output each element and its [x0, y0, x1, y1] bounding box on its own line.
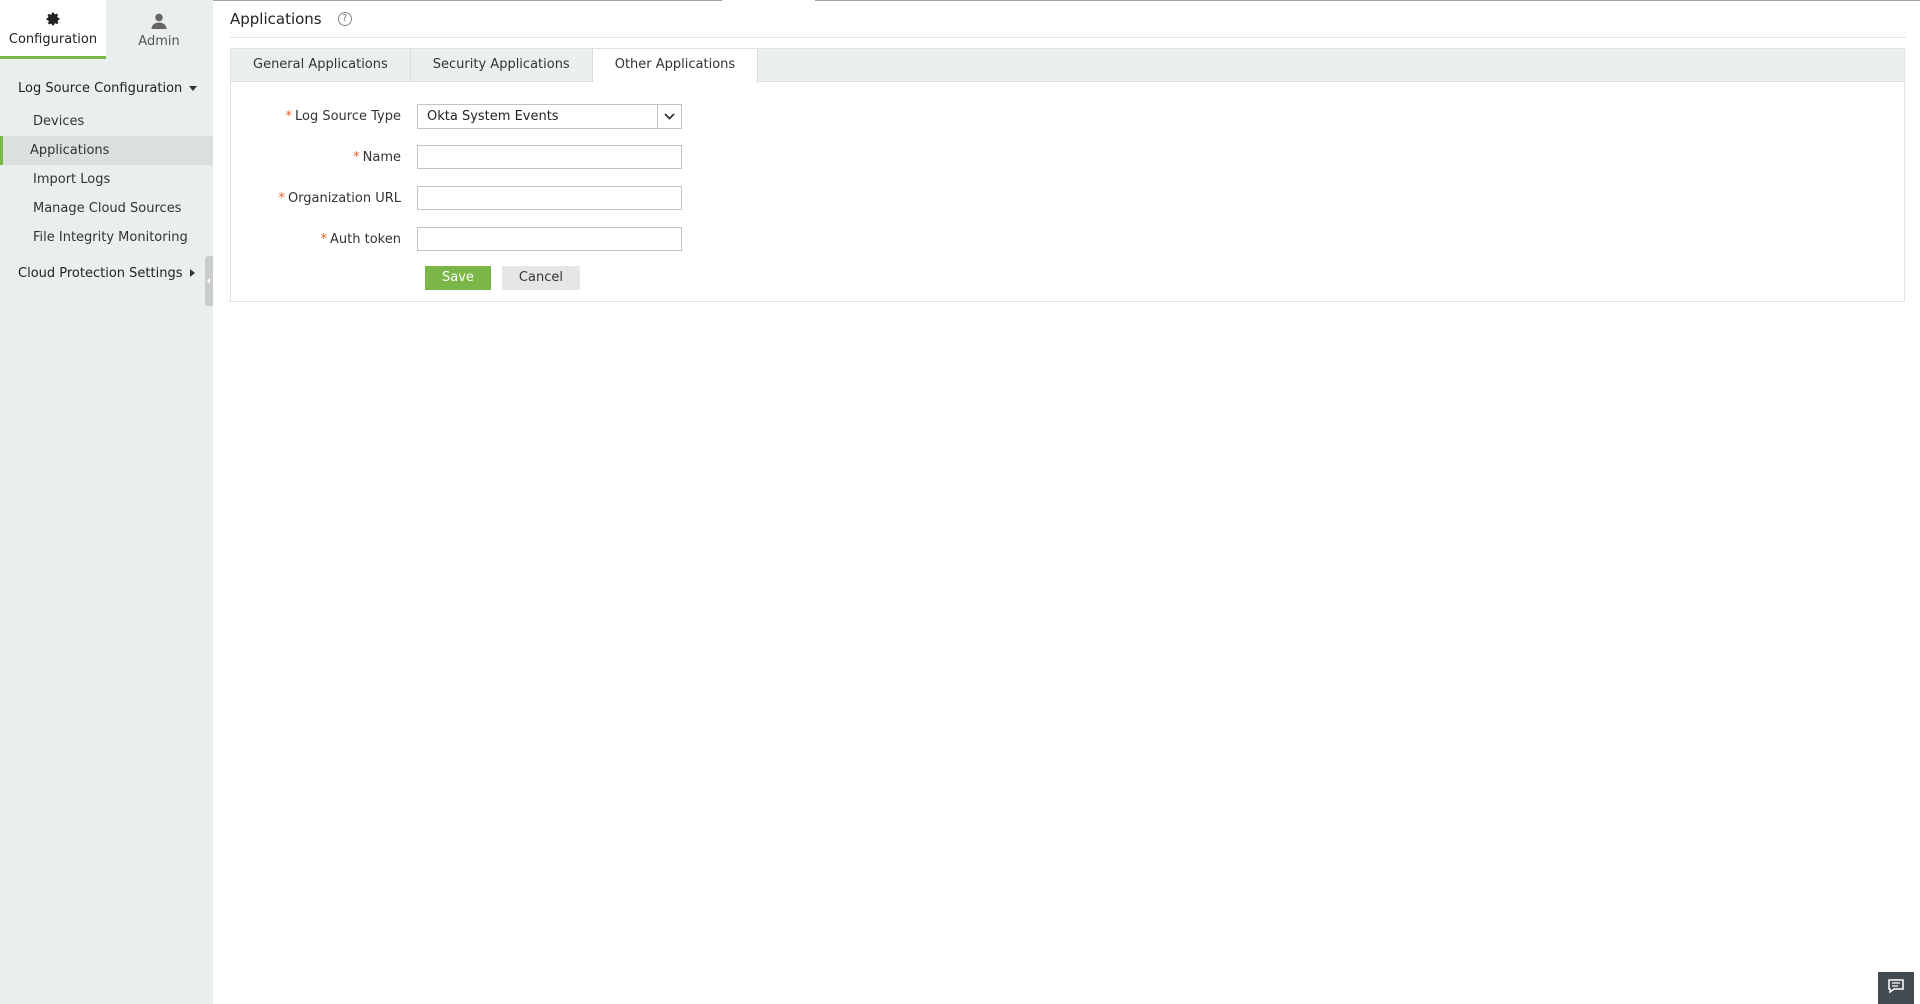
log-source-type-select[interactable]: Okta System Events: [417, 103, 682, 129]
sidebar-item-applications[interactable]: Applications: [0, 136, 213, 165]
form-row-auth-token: * Auth token: [231, 227, 1904, 251]
auth-token-input[interactable]: [417, 227, 682, 251]
required-mark: *: [278, 190, 285, 206]
sidebar-item-devices[interactable]: Devices: [0, 107, 213, 136]
nav-group-log-source-configuration[interactable]: Log Source Configuration: [0, 77, 213, 99]
tab-other-applications[interactable]: Other Applications: [592, 49, 759, 83]
page-header: Applications ?: [230, 0, 1906, 38]
required-mark: *: [353, 149, 360, 165]
page-title: Applications: [230, 9, 322, 28]
sidebar-item-import-logs[interactable]: Import Logs: [0, 165, 213, 194]
gear-icon: [45, 9, 61, 29]
user-icon: [150, 11, 168, 31]
required-mark: *: [285, 108, 293, 124]
tab-admin[interactable]: Admin: [106, 0, 212, 59]
chat-icon: [1887, 978, 1905, 998]
sidebar-item-file-integrity-monitoring[interactable]: File Integrity Monitoring: [0, 223, 213, 252]
tab-general-applications[interactable]: General Applications: [231, 49, 411, 82]
name-input[interactable]: [417, 145, 682, 169]
application-form: * Log Source Type Okta System Events * Nam…: [231, 82, 1904, 290]
help-icon[interactable]: ?: [337, 11, 352, 26]
nav-group-label: Cloud Protection Settings: [18, 265, 183, 281]
tab-security-applications[interactable]: Security Applications: [411, 49, 593, 82]
required-mark: *: [320, 231, 328, 247]
tab-configuration[interactable]: Configuration: [0, 0, 106, 59]
organization-url-label: * Organization URL: [278, 190, 401, 206]
chevron-down-icon[interactable]: [657, 104, 681, 128]
organization-url-input[interactable]: [417, 186, 682, 210]
nav-menu: Log Source Configuration Devices Applica…: [0, 59, 213, 284]
main-content: Applications ? General Applications Secu…: [213, 0, 1920, 1004]
sidebar: Configuration Admin Log Source Configura…: [0, 0, 213, 1004]
tab-configuration-label: Configuration: [8, 32, 98, 47]
save-button[interactable]: Save: [425, 266, 491, 290]
form-row-organization-url: * Organization URL: [231, 186, 1904, 210]
name-label: * Name: [353, 149, 401, 165]
top-tabs: Configuration Admin: [0, 0, 213, 59]
chat-button[interactable]: [1878, 972, 1914, 1004]
nav-group-label: Log Source Configuration: [18, 80, 183, 96]
tab-bar: General Applications Security Applicatio…: [231, 49, 1904, 83]
applications-panel: General Applications Security Applicatio…: [230, 48, 1905, 302]
form-row-name: * Name: [231, 145, 1904, 169]
caret-down-icon: [189, 85, 197, 91]
tab-admin-label: Admin: [138, 33, 180, 49]
sidebar-item-manage-cloud-sources[interactable]: Manage Cloud Sources: [0, 194, 213, 223]
log-source-type-value: Okta System Events: [427, 108, 559, 124]
form-row-log-source-type: * Log Source Type Okta System Events: [231, 103, 1904, 129]
form-buttons: Save Cancel: [425, 266, 1904, 290]
sidebar-collapse-handle[interactable]: [205, 256, 213, 306]
cancel-button[interactable]: Cancel: [501, 266, 580, 290]
nav-group-cloud-protection-settings[interactable]: Cloud Protection Settings: [0, 262, 213, 284]
log-source-type-label: * Log Source Type: [285, 108, 402, 124]
nav-items: Devices Applications Import Logs Manage …: [0, 107, 213, 252]
auth-token-label: * Auth token: [320, 231, 401, 247]
caret-right-icon: [190, 269, 195, 277]
